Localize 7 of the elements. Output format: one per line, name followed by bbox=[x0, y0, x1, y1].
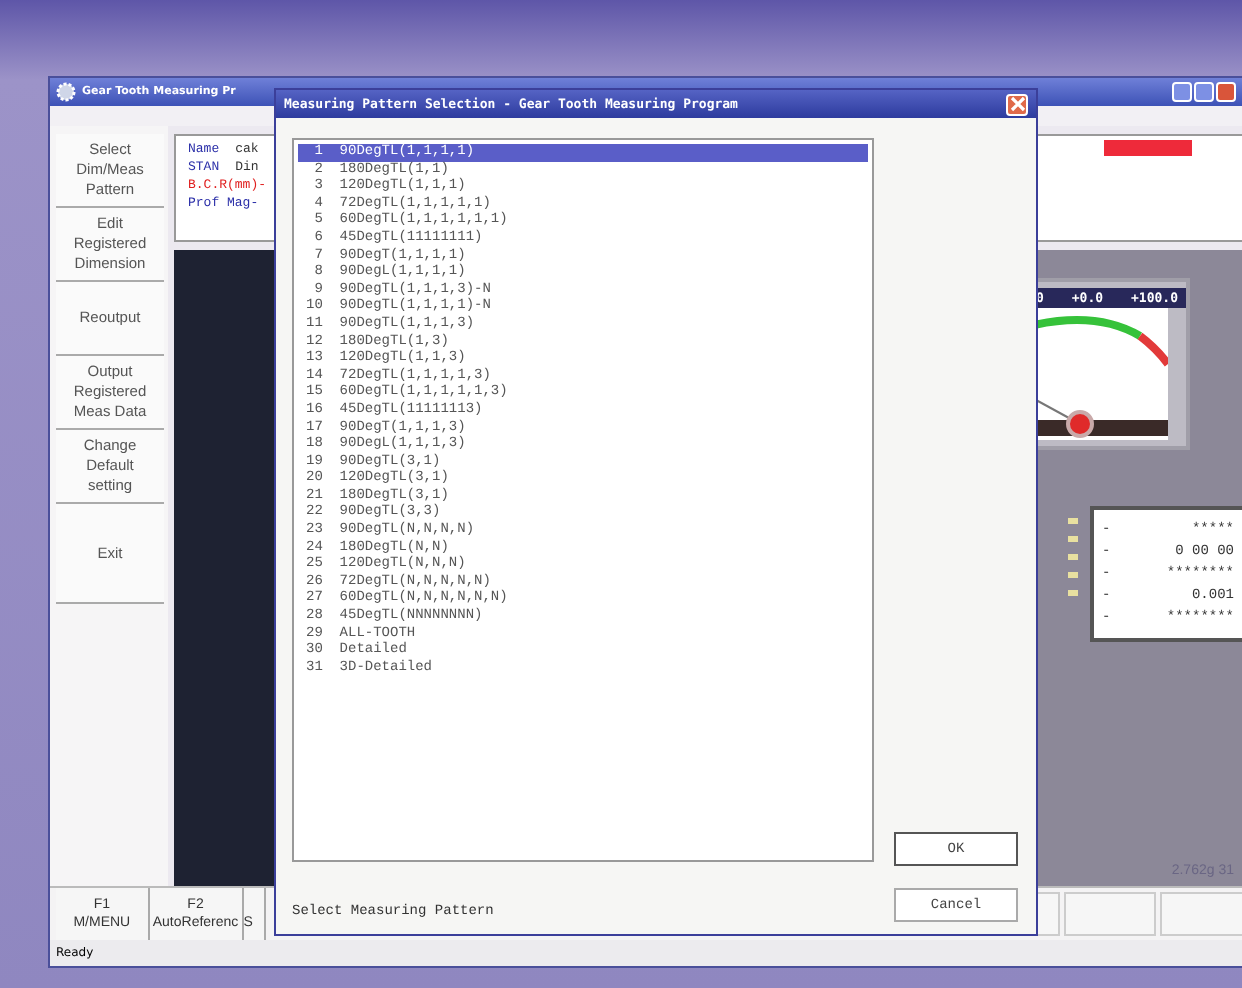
gear-icon bbox=[56, 82, 76, 102]
close-button[interactable] bbox=[1216, 82, 1236, 102]
alarm-indicator bbox=[1104, 140, 1192, 156]
maximize-button[interactable] bbox=[1194, 82, 1214, 102]
minimize-button[interactable] bbox=[1172, 82, 1192, 102]
close-button[interactable] bbox=[1006, 93, 1028, 115]
close-icon bbox=[1009, 96, 1025, 112]
